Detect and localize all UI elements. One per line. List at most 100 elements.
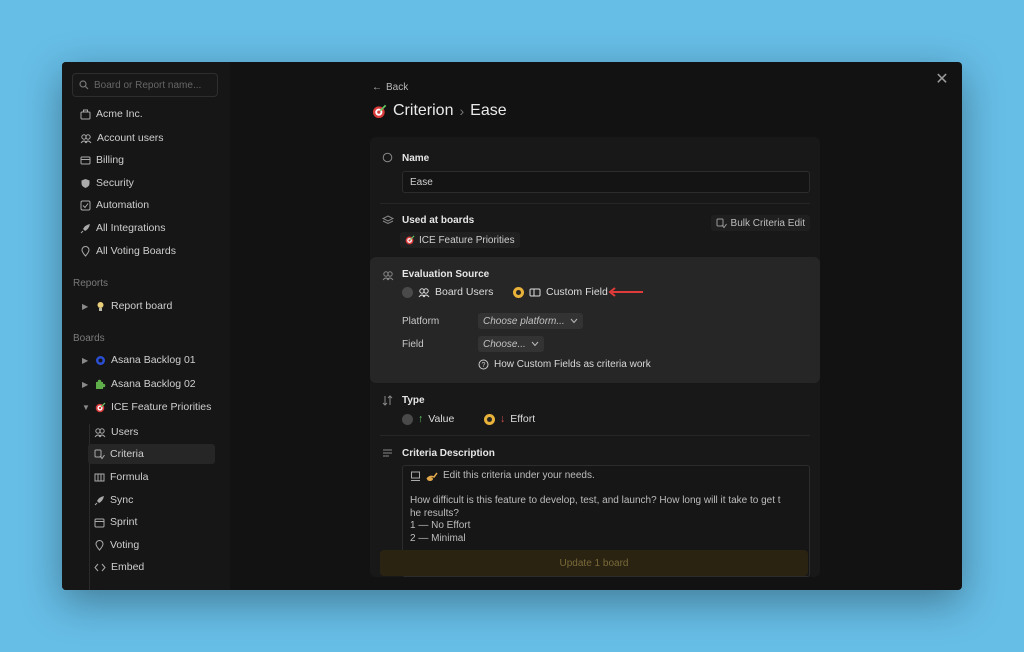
field-select[interactable]: Choose... — [478, 336, 544, 352]
divider — [380, 435, 810, 436]
calendar-icon — [94, 518, 105, 527]
arrow-left-icon: ← — [372, 82, 382, 93]
pin-icon — [95, 539, 104, 551]
radio-custom-field[interactable]: Custom Field — [513, 286, 608, 298]
board-label: Asana Backlog 01 — [111, 354, 196, 366]
radio-label: Board Users — [435, 286, 494, 298]
users-icon — [80, 133, 92, 143]
layers-icon — [382, 215, 394, 225]
board-item-ice[interactable]: ▼ ICE Feature Priorities — [72, 397, 220, 417]
board-sub-item-embed[interactable]: Embed — [88, 557, 215, 577]
pin-icon — [81, 245, 90, 257]
platform-select[interactable]: Choose platform... — [478, 313, 583, 329]
radio-label: Custom Field — [546, 286, 608, 298]
sidebar-item-account-users[interactable]: Account users — [72, 128, 220, 148]
text-lines-icon — [383, 449, 392, 457]
help-link-label: How Custom Fields as criteria work — [494, 359, 651, 370]
sidebar-item-voting-boards[interactable]: All Voting Boards — [72, 241, 220, 261]
radio-button[interactable] — [513, 286, 524, 298]
sub-item-label: Sprint — [110, 516, 138, 528]
desc-line: he results? — [410, 507, 459, 519]
sub-item-label: Users — [111, 426, 139, 438]
radio-button[interactable] — [484, 413, 495, 425]
sidebar-item-label: All Integrations — [96, 222, 166, 234]
back-label: Back — [386, 82, 409, 93]
sub-item-label: Criteria — [110, 448, 144, 460]
board-label: Asana Backlog 02 — [111, 378, 196, 390]
main-content: ✕ ← Back Criterion › Ease Name Used at b… — [230, 62, 962, 590]
board-item-asana-02[interactable]: ▶ Asana Backlog 02 — [72, 374, 220, 394]
chevron-right-icon: › — [459, 103, 465, 119]
writing-hand-icon — [426, 472, 438, 481]
field-label: Field — [402, 339, 424, 350]
search-input[interactable] — [94, 79, 212, 91]
close-icon[interactable]: ✕ — [934, 72, 950, 88]
sidebar-item-billing[interactable]: Billing — [72, 150, 220, 170]
board-sub-item-criteria[interactable]: Criteria — [88, 444, 215, 464]
board-sub-item-sprint[interactable]: Sprint — [88, 512, 215, 532]
arrow-down-icon: ↓ — [500, 413, 506, 425]
radio-type-effort[interactable]: ↓ Effort — [484, 413, 535, 425]
type-label: Type — [402, 395, 425, 406]
desc-line — [410, 483, 802, 496]
sidebar-item-label: Billing — [96, 154, 125, 166]
evaluation-source-label: Evaluation Source — [402, 269, 490, 280]
back-link[interactable]: ← Back — [372, 82, 408, 93]
rocket-icon — [80, 223, 90, 233]
sidebar-item-integrations[interactable]: All Integrations — [72, 218, 220, 238]
desc-line: Edit this criteria under your needs. — [410, 470, 802, 483]
sidebar-item-security[interactable]: Security — [72, 173, 220, 193]
arrow-up-icon: ↑ — [418, 413, 424, 425]
board-label: ICE Feature Priorities — [111, 401, 212, 413]
radio-button[interactable] — [402, 286, 413, 298]
name-input[interactable] — [402, 171, 810, 193]
sidebar-item-acme[interactable]: Acme Inc. — [72, 104, 220, 124]
search-box[interactable] — [72, 73, 218, 97]
target-icon — [405, 235, 415, 245]
report-board-item[interactable]: ▶ Report board — [72, 296, 220, 316]
caret-down-icon[interactable]: ▼ — [82, 403, 90, 412]
board-chip-label: ICE Feature Priorities — [419, 234, 515, 246]
rocket-icon — [94, 495, 104, 505]
board-chip[interactable]: ICE Feature Priorities — [400, 232, 520, 248]
board-sub-item-voting[interactable]: Voting — [88, 535, 215, 555]
automation-icon — [80, 200, 91, 210]
sidebar-item-automation[interactable]: Automation — [72, 195, 220, 215]
board-sub-item-formula[interactable]: Formula — [88, 467, 215, 487]
board-item-asana-01[interactable]: ▶ Asana Backlog 01 — [72, 350, 220, 370]
desc-line: 1 — No Effort — [410, 520, 471, 531]
sub-item-label: Embed — [111, 561, 145, 573]
boards-section-label: Boards — [73, 333, 105, 344]
caret-right-icon[interactable]: ▶ — [82, 302, 90, 311]
radio-type-value[interactable]: ↑ Value — [402, 413, 454, 425]
radio-board-users[interactable]: Board Users — [402, 286, 493, 298]
help-link[interactable]: ? How Custom Fields as criteria work — [478, 359, 651, 370]
computer-icon — [411, 471, 420, 481]
criterion-form: Name Used at boards ICE Feature Prioriti… — [370, 137, 820, 577]
sidebar: Acme Inc. Account users Billing Security… — [62, 62, 230, 590]
radio-label: Effort — [510, 413, 536, 425]
update-board-button[interactable]: Update 1 board — [380, 550, 808, 576]
radio-button[interactable] — [402, 413, 413, 425]
sidebar-item-label: All Voting Boards — [96, 245, 176, 257]
bulk-criteria-edit-button[interactable]: Bulk Criteria Edit — [710, 215, 810, 231]
desc-text: Edit this criteria under your needs. — [443, 470, 595, 481]
caret-right-icon[interactable]: ▶ — [82, 356, 90, 365]
field-select-value: Choose... — [483, 338, 526, 350]
sort-icon — [382, 395, 393, 406]
swirl-icon — [96, 355, 105, 365]
code-icon — [94, 563, 106, 571]
sidebar-item-label: Account users — [97, 132, 164, 144]
page-title: Criterion › Ease — [372, 100, 507, 122]
board-sub-item-sync[interactable]: Sync — [88, 490, 215, 510]
target-icon — [95, 402, 106, 412]
users-icon — [382, 271, 394, 281]
board-sub-item-users[interactable]: Users — [88, 422, 215, 442]
sub-item-label: Formula — [110, 471, 149, 483]
sidebar-item-label: Security — [96, 177, 134, 189]
bulb-icon — [97, 301, 104, 311]
sidebar-item-label: Acme Inc. — [96, 108, 143, 120]
users-icon — [418, 287, 430, 297]
breadcrumb-parent[interactable]: Criterion — [393, 102, 453, 120]
caret-right-icon[interactable]: ▶ — [82, 380, 90, 389]
